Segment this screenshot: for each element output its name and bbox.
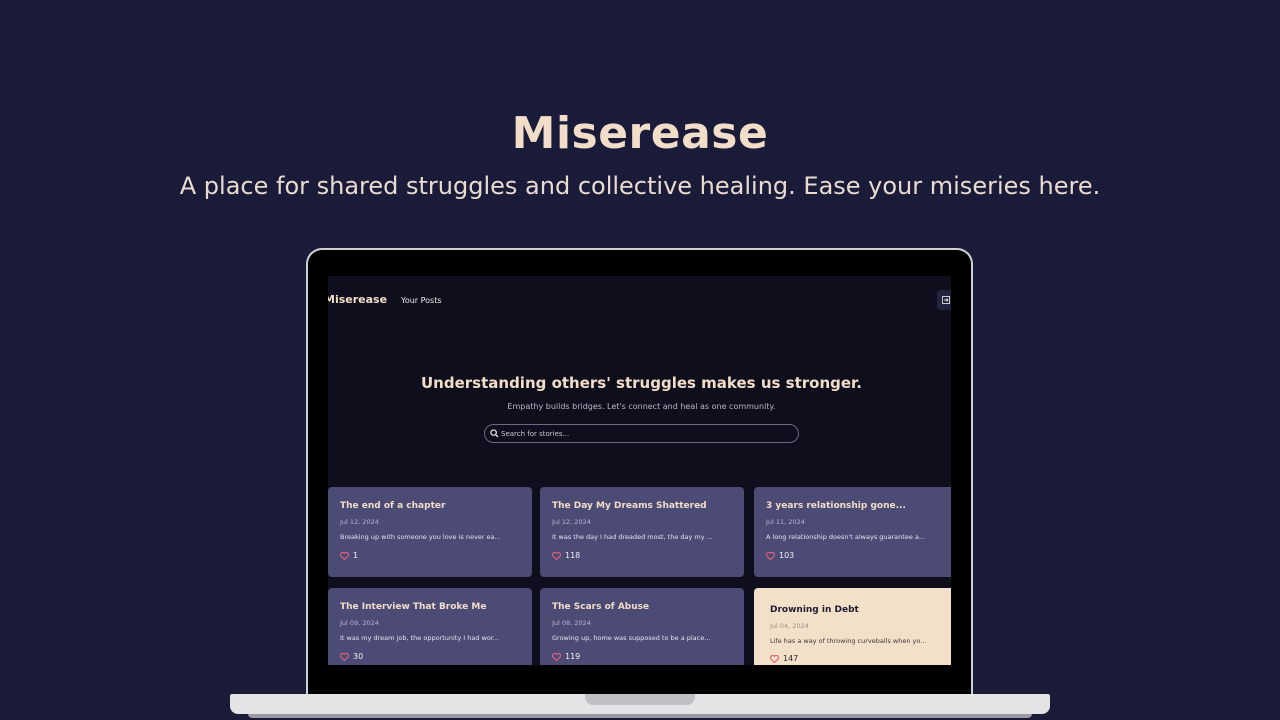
- post-card[interactable]: 3 years relationship gone... Jul 11, 202…: [754, 487, 951, 577]
- search-bar[interactable]: [484, 424, 799, 443]
- heart-icon: [552, 652, 561, 661]
- post-title: 3 years relationship gone...: [766, 501, 906, 511]
- page-heading: Understanding others' struggles makes us…: [421, 374, 862, 392]
- like-count: 103: [779, 551, 795, 560]
- like-button[interactable]: 119: [552, 652, 580, 661]
- search-icon: [490, 429, 499, 438]
- search-input[interactable]: [501, 425, 791, 442]
- post-excerpt: It was the day I had dreaded most, the d…: [552, 533, 713, 541]
- page-subheading: Empathy builds bridges. Let's connect an…: [507, 402, 776, 411]
- post-date: Jul 08, 2024: [552, 619, 591, 627]
- post-excerpt: A long relationship doesn't always guara…: [766, 533, 926, 541]
- like-count: 147: [783, 654, 799, 663]
- logout-icon: [942, 296, 950, 304]
- like-count: 119: [565, 652, 581, 661]
- like-button[interactable]: 30: [340, 652, 363, 661]
- post-excerpt: Growing up, home was supposed to be a pl…: [552, 634, 711, 642]
- like-count: 1: [353, 551, 359, 560]
- post-card[interactable]: The Day My Dreams Shattered Jul 12, 2024…: [540, 487, 744, 577]
- heart-icon: [552, 551, 561, 560]
- post-card[interactable]: The Interview That Broke Me Jul 09, 2024…: [328, 588, 532, 665]
- post-excerpt: It was my dream job, the opportunity I h…: [340, 634, 500, 642]
- app-screen: Miserease Your Posts Understanding other…: [328, 276, 951, 665]
- post-excerpt: Breaking up with someone you love is nev…: [340, 533, 501, 541]
- nav-logo[interactable]: Miserease: [328, 293, 387, 306]
- logout-button[interactable]: [937, 290, 951, 310]
- heart-icon: [340, 551, 349, 560]
- post-date: Jul 09, 2024: [340, 619, 379, 627]
- post-card[interactable]: The end of a chapter Jul 12, 2024 Breaki…: [328, 487, 532, 577]
- heart-icon: [766, 551, 775, 560]
- nav-your-posts-link[interactable]: Your Posts: [401, 296, 442, 305]
- post-title: The Scars of Abuse: [552, 602, 650, 612]
- laptop-shadow: [248, 714, 1032, 718]
- post-date: Jul 12, 2024: [340, 518, 379, 526]
- hero-title: Miserease: [511, 108, 769, 159]
- post-card[interactable]: The Scars of Abuse Jul 08, 2024 Growing …: [540, 588, 744, 665]
- post-title: The end of a chapter: [340, 501, 446, 511]
- like-button[interactable]: 1: [340, 551, 358, 560]
- post-date: Jul 12, 2024: [552, 518, 591, 526]
- post-date: Jul 11, 2024: [766, 518, 805, 526]
- post-title: The Interview That Broke Me: [340, 602, 487, 612]
- heart-icon: [770, 654, 779, 663]
- post-card-featured[interactable]: Drowning in Debt Jul 04, 2024 Life has a…: [754, 588, 951, 665]
- like-count: 30: [353, 652, 364, 661]
- like-button[interactable]: 147: [770, 654, 798, 663]
- hero-subtitle: A place for shared struggles and collect…: [179, 172, 1101, 200]
- post-title: Drowning in Debt: [770, 605, 859, 615]
- like-button[interactable]: 118: [552, 551, 580, 560]
- like-count: 118: [565, 551, 581, 560]
- laptop-notch: [585, 694, 695, 705]
- post-excerpt: Life has a way of throwing curveballs wh…: [770, 637, 927, 645]
- post-title: The Day My Dreams Shattered: [552, 501, 707, 511]
- like-button[interactable]: 103: [766, 551, 794, 560]
- heart-icon: [340, 652, 349, 661]
- post-date: Jul 04, 2024: [770, 622, 809, 630]
